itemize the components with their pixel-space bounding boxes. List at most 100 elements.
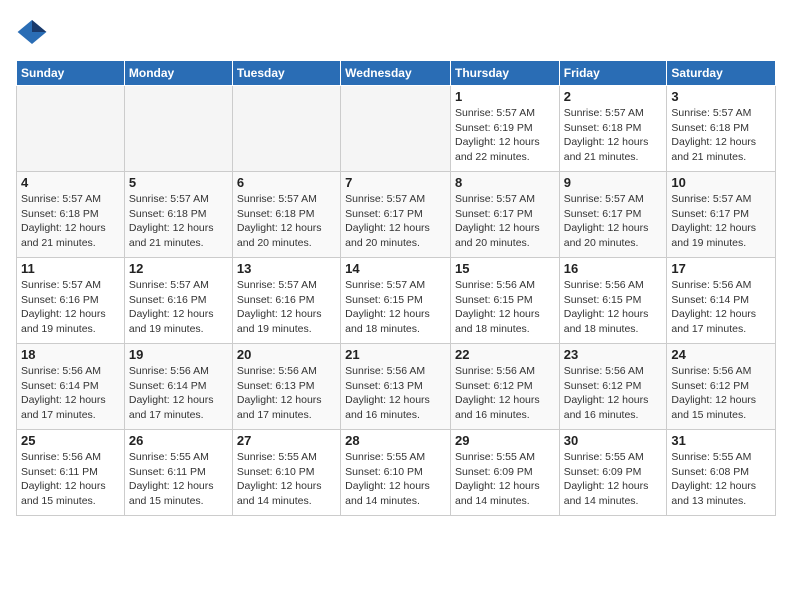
day-number: 14 [345,261,446,276]
day-number: 2 [564,89,663,104]
day-info: Sunrise: 5:57 AM Sunset: 6:18 PM Dayligh… [129,192,228,251]
day-info: Sunrise: 5:56 AM Sunset: 6:14 PM Dayligh… [671,278,771,337]
day-number: 15 [455,261,555,276]
calendar-cell: 12Sunrise: 5:57 AM Sunset: 6:16 PM Dayli… [124,258,232,344]
day-info: Sunrise: 5:57 AM Sunset: 6:18 PM Dayligh… [671,106,771,165]
day-number: 28 [345,433,446,448]
day-info: Sunrise: 5:57 AM Sunset: 6:16 PM Dayligh… [21,278,120,337]
day-number: 5 [129,175,228,190]
day-info: Sunrise: 5:56 AM Sunset: 6:14 PM Dayligh… [21,364,120,423]
day-number: 6 [237,175,336,190]
day-number: 23 [564,347,663,362]
day-number: 12 [129,261,228,276]
calendar-cell [124,86,232,172]
day-number: 21 [345,347,446,362]
day-info: Sunrise: 5:56 AM Sunset: 6:12 PM Dayligh… [671,364,771,423]
day-info: Sunrise: 5:55 AM Sunset: 6:10 PM Dayligh… [345,450,446,509]
weekday-header-sunday: Sunday [17,61,125,86]
calendar-cell: 6 Sunrise: 5:57 AM Sunset: 6:18 PM Daylig… [232,172,340,258]
calendar-week-row: 11 Sunrise: 5:57 AM Sunset: 6:16 PM Dayli… [17,258,776,344]
calendar-cell: 10 Sunrise: 5:57 AM Sunset: 6:17 PM Dayli… [667,172,776,258]
calendar-cell: 23 Sunrise: 5:56 AM Sunset: 6:12 PM Dayli… [559,344,667,430]
calendar-cell: 3Sunrise: 5:57 AM Sunset: 6:18 PM Daylig… [667,86,776,172]
day-number: 27 [237,433,336,448]
calendar-cell [341,86,451,172]
day-number: 25 [21,433,120,448]
day-info: Sunrise: 5:57 AM Sunset: 6:18 PM Dayligh… [564,106,663,165]
day-number: 30 [564,433,663,448]
day-number: 18 [21,347,120,362]
calendar-cell: 28 Sunrise: 5:55 AM Sunset: 6:10 PM Dayli… [341,430,451,516]
calendar-week-row: 1 Sunrise: 5:57 AM Sunset: 6:19 PM Daylig… [17,86,776,172]
day-number: 24 [671,347,771,362]
calendar-cell: 8 Sunrise: 5:57 AM Sunset: 6:17 PM Daylig… [450,172,559,258]
calendar-cell: 30 Sunrise: 5:55 AM Sunset: 6:09 PM Dayli… [559,430,667,516]
calendar-cell: 24 Sunrise: 5:56 AM Sunset: 6:12 PM Dayli… [667,344,776,430]
calendar-cell [232,86,340,172]
day-info: Sunrise: 5:56 AM Sunset: 6:15 PM Dayligh… [455,278,555,337]
calendar-cell: 5 Sunrise: 5:57 AM Sunset: 6:18 PM Daylig… [124,172,232,258]
weekday-header-saturday: Saturday [667,61,776,86]
day-info: Sunrise: 5:57 AM Sunset: 6:17 PM Dayligh… [345,192,446,251]
calendar-cell: 21Sunrise: 5:56 AM Sunset: 6:13 PM Dayli… [341,344,451,430]
day-info: Sunrise: 5:56 AM Sunset: 6:15 PM Dayligh… [564,278,663,337]
page-header [16,16,776,48]
calendar-cell: 9 Sunrise: 5:57 AM Sunset: 6:17 PM Daylig… [559,172,667,258]
day-number: 31 [671,433,771,448]
calendar-week-row: 4 Sunrise: 5:57 AM Sunset: 6:18 PM Daylig… [17,172,776,258]
logo-icon [16,16,48,48]
day-info: Sunrise: 5:57 AM Sunset: 6:16 PM Dayligh… [237,278,336,337]
day-info: Sunrise: 5:56 AM Sunset: 6:12 PM Dayligh… [455,364,555,423]
day-info: Sunrise: 5:55 AM Sunset: 6:09 PM Dayligh… [564,450,663,509]
day-number: 29 [455,433,555,448]
calendar-cell: 22 Sunrise: 5:56 AM Sunset: 6:12 PM Dayli… [450,344,559,430]
day-number: 16 [564,261,663,276]
calendar-cell: 17 Sunrise: 5:56 AM Sunset: 6:14 PM Dayli… [667,258,776,344]
calendar-cell: 26Sunrise: 5:55 AM Sunset: 6:11 PM Dayli… [124,430,232,516]
day-number: 19 [129,347,228,362]
logo [16,16,52,48]
weekday-header-friday: Friday [559,61,667,86]
day-number: 9 [564,175,663,190]
calendar-cell: 11 Sunrise: 5:57 AM Sunset: 6:16 PM Dayli… [17,258,125,344]
day-number: 13 [237,261,336,276]
day-info: Sunrise: 5:55 AM Sunset: 6:11 PM Dayligh… [129,450,228,509]
day-info: Sunrise: 5:55 AM Sunset: 6:09 PM Dayligh… [455,450,555,509]
day-number: 4 [21,175,120,190]
day-info: Sunrise: 5:57 AM Sunset: 6:19 PM Dayligh… [455,106,555,165]
calendar-cell: 31 Sunrise: 5:55 AM Sunset: 6:08 PM Dayli… [667,430,776,516]
day-info: Sunrise: 5:57 AM Sunset: 6:17 PM Dayligh… [671,192,771,251]
day-number: 8 [455,175,555,190]
day-info: Sunrise: 5:57 AM Sunset: 6:18 PM Dayligh… [21,192,120,251]
calendar-cell: 29 Sunrise: 5:55 AM Sunset: 6:09 PM Dayli… [450,430,559,516]
calendar-cell: 2 Sunrise: 5:57 AM Sunset: 6:18 PM Daylig… [559,86,667,172]
day-info: Sunrise: 5:56 AM Sunset: 6:11 PM Dayligh… [21,450,120,509]
calendar-table: SundayMondayTuesdayWednesdayThursdayFrid… [16,60,776,516]
day-info: Sunrise: 5:55 AM Sunset: 6:08 PM Dayligh… [671,450,771,509]
calendar-cell: 1 Sunrise: 5:57 AM Sunset: 6:19 PM Daylig… [450,86,559,172]
calendar-cell: 14Sunrise: 5:57 AM Sunset: 6:15 PM Dayli… [341,258,451,344]
calendar-week-row: 18 Sunrise: 5:56 AM Sunset: 6:14 PM Dayli… [17,344,776,430]
calendar-cell: 15 Sunrise: 5:56 AM Sunset: 6:15 PM Dayli… [450,258,559,344]
weekday-header-thursday: Thursday [450,61,559,86]
weekday-header-tuesday: Tuesday [232,61,340,86]
day-number: 1 [455,89,555,104]
weekday-header-monday: Monday [124,61,232,86]
day-number: 10 [671,175,771,190]
day-number: 17 [671,261,771,276]
weekday-header-row: SundayMondayTuesdayWednesdayThursdayFrid… [17,61,776,86]
day-info: Sunrise: 5:56 AM Sunset: 6:13 PM Dayligh… [237,364,336,423]
calendar-cell: 18 Sunrise: 5:56 AM Sunset: 6:14 PM Dayli… [17,344,125,430]
day-info: Sunrise: 5:55 AM Sunset: 6:10 PM Dayligh… [237,450,336,509]
day-info: Sunrise: 5:57 AM Sunset: 6:18 PM Dayligh… [237,192,336,251]
day-number: 22 [455,347,555,362]
weekday-header-wednesday: Wednesday [341,61,451,86]
calendar-cell: 16 Sunrise: 5:56 AM Sunset: 6:15 PM Dayli… [559,258,667,344]
day-number: 11 [21,261,120,276]
day-info: Sunrise: 5:56 AM Sunset: 6:12 PM Dayligh… [564,364,663,423]
calendar-cell: 27 Sunrise: 5:55 AM Sunset: 6:10 PM Dayli… [232,430,340,516]
day-info: Sunrise: 5:57 AM Sunset: 6:17 PM Dayligh… [455,192,555,251]
calendar-cell: 20Sunrise: 5:56 AM Sunset: 6:13 PM Dayli… [232,344,340,430]
day-info: Sunrise: 5:57 AM Sunset: 6:17 PM Dayligh… [564,192,663,251]
calendar-cell [17,86,125,172]
